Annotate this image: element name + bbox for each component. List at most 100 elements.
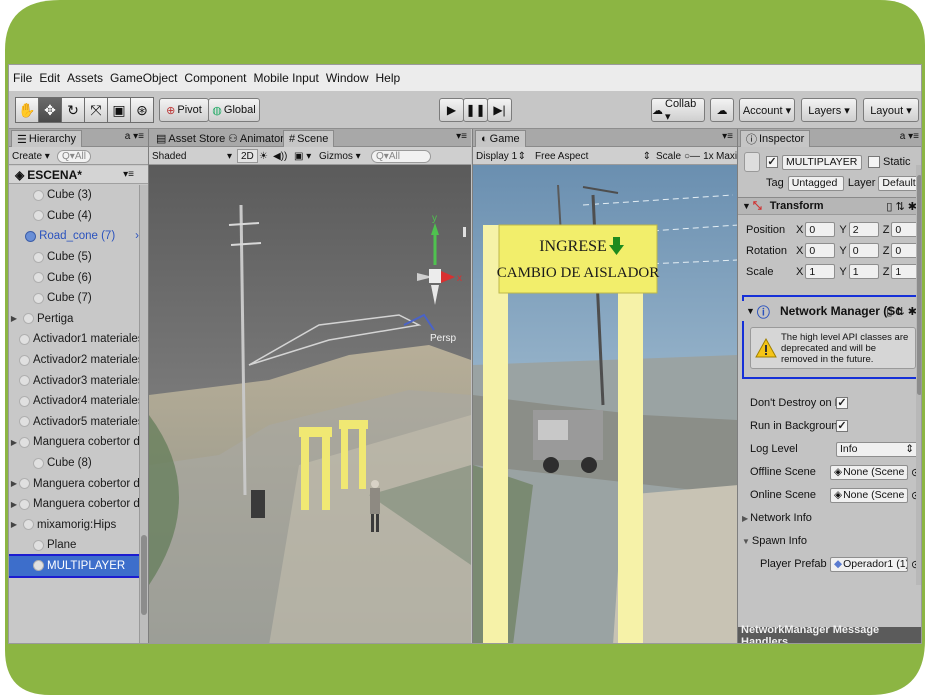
cloud-button[interactable]: ☁	[710, 98, 734, 122]
transform-x-field[interactable]: 1	[805, 264, 836, 279]
maximize-toggle[interactable]: Maxim	[716, 149, 737, 163]
transform-y-field[interactable]: 1	[848, 264, 879, 279]
hierarchy-item[interactable]: Plane	[9, 535, 139, 556]
scene-search[interactable]: Q▾All	[371, 149, 431, 163]
play-button[interactable]: ▶	[439, 98, 464, 122]
menu-gameobject[interactable]: GameObject	[110, 71, 177, 85]
layout-button[interactable]: Layout ▾	[863, 98, 919, 122]
menu-component[interactable]: Component	[184, 71, 246, 85]
run-background-checkbox[interactable]: ✓	[836, 420, 848, 432]
pause-button[interactable]: ❚❚	[463, 98, 488, 122]
pivot-button[interactable]: ⊕ Pivot	[159, 98, 209, 122]
tab-asset-store[interactable]: ▤ Asset Store	[151, 130, 230, 147]
transform-tool-icon[interactable]: ⊛	[130, 97, 154, 123]
lighting-toggle-icon[interactable]: ☀	[259, 149, 268, 163]
log-level-dropdown[interactable]: Info ⇕	[836, 441, 918, 457]
hierarchy-search-input[interactable]: Q▾All	[57, 149, 91, 163]
hierarchy-item[interactable]: Activador4 materiales	[9, 391, 139, 412]
hierarchy-item[interactable]: ▶ Manguera cobertor de lir	[9, 473, 139, 494]
hierarchy-search[interactable]: Q▾All	[57, 149, 91, 163]
scene-search-input[interactable]: Q▾All	[371, 149, 431, 163]
axis-label-x[interactable]: X	[796, 266, 803, 278]
gizmos-dropdown[interactable]: Gizmos ▾	[319, 149, 361, 163]
hierarchy-item[interactable]: MULTIPLAYER	[9, 553, 141, 579]
dont-destroy-checkbox[interactable]: ✓	[836, 397, 848, 409]
tab-animator[interactable]: ⚇ Animator	[223, 130, 289, 147]
hierarchy-scroll-thumb[interactable]	[141, 535, 147, 615]
hierarchy-item[interactable]: Cube (7)	[9, 288, 139, 309]
component-settings-icon[interactable]: ▯ ⇅ ✱	[886, 200, 917, 213]
rotate-tool-icon[interactable]: ↻	[61, 97, 85, 123]
hierarchy-item[interactable]: ▶ Pertiga	[9, 309, 139, 330]
create-dropdown[interactable]: Create ▾	[12, 149, 50, 163]
foldout-arrow-icon[interactable]: ▶	[9, 438, 19, 447]
player-prefab-field[interactable]: ◆ Operador1 (1)	[830, 556, 908, 572]
scene-viewport[interactable]: y x Persp	[149, 165, 471, 644]
spawn-info-foldout[interactable]: ▼ Spawn Info	[738, 532, 921, 550]
effects-toggle-icon[interactable]: ▣ ▾	[294, 149, 311, 163]
tab-game[interactable]: ◐ Game	[475, 130, 526, 147]
hierarchy-item[interactable]: Cube (3)	[9, 185, 139, 206]
menu-help[interactable]: Help	[376, 71, 401, 85]
transform-x-field[interactable]: 0	[805, 243, 836, 258]
aspect-dropdown[interactable]: Free Aspect ⇕	[535, 149, 651, 163]
tab-hierarchy[interactable]: ☰ Hierarchy	[11, 130, 82, 147]
game-panel-menu-icon[interactable]: ▾≡	[722, 131, 733, 142]
offline-scene-field[interactable]: ◈None (Scene As	[830, 464, 908, 480]
hierarchy-item[interactable]: Road_cone (7) ›	[9, 226, 139, 247]
foldout-arrow-icon[interactable]: ▶	[9, 479, 19, 488]
scene-menu-icon[interactable]: ▾≡	[123, 169, 134, 180]
inspector-scrollbar[interactable]	[916, 165, 921, 585]
transform-header[interactable]: ▼ ⤡ Transform ▯ ⇅ ✱	[738, 197, 921, 215]
axis-label-y[interactable]: Y	[839, 245, 846, 257]
menu-assets[interactable]: Assets	[67, 71, 103, 85]
network-manager-header[interactable]: ▼ ⓘ Network Manager (Sc ▯ ⇅ ✱	[738, 301, 921, 321]
toggle-2d-button[interactable]: 2D	[237, 149, 258, 163]
hierarchy-item[interactable]: ▶ mixamorig:Hips	[9, 515, 139, 536]
tab-scene[interactable]: # Scene	[283, 130, 335, 147]
audio-toggle-icon[interactable]: ◀))	[273, 149, 287, 163]
menu-window[interactable]: Window	[326, 71, 369, 85]
axis-label-x[interactable]: X	[796, 245, 803, 257]
axis-label-y[interactable]: Y	[839, 224, 846, 236]
foldout-arrow-icon[interactable]: ▶	[9, 520, 19, 529]
panel-menu-icon[interactable]: a ▾≡	[125, 131, 144, 142]
rect-tool-icon[interactable]: ▣	[107, 97, 131, 123]
account-button[interactable]: Account ▾	[739, 98, 795, 122]
scene-root-header[interactable]: ◈ ESCENA* ▾≡	[9, 166, 148, 184]
hierarchy-item[interactable]: Activador2 materiales	[9, 350, 139, 371]
axis-label-z[interactable]: Z	[883, 224, 890, 236]
inspector-menu-icon[interactable]: a ▾≡	[900, 131, 919, 142]
network-info-foldout[interactable]: ▶ Network Info	[738, 509, 921, 527]
component-settings-icon[interactable]: ▯ ⇅ ✱	[886, 305, 917, 318]
axis-label-y[interactable]: Y	[839, 266, 846, 278]
hierarchy-item[interactable]: ▶ Manguera cobertor de lir	[9, 494, 139, 515]
online-scene-field[interactable]: ◈None (Scene As	[830, 487, 908, 503]
slider-track-icon[interactable]: ○—	[684, 151, 700, 162]
move-tool-icon[interactable]: ✥	[38, 97, 62, 123]
global-button[interactable]: ◍ Global	[208, 98, 260, 122]
step-button[interactable]: ▶|	[487, 98, 512, 122]
hierarchy-item[interactable]: Activador5 materiales (1	[9, 412, 139, 433]
hierarchy-item[interactable]: Cube (8)	[9, 453, 139, 474]
hierarchy-item[interactable]: Cube (4)	[9, 206, 139, 227]
hierarchy-item[interactable]: Cube (5)	[9, 247, 139, 268]
transform-y-field[interactable]: 0	[848, 243, 879, 258]
foldout-arrow-icon[interactable]: ▶	[9, 314, 19, 323]
hierarchy-item[interactable]: Activador1 materiales	[9, 329, 139, 350]
hierarchy-item[interactable]: Activador3 materiales	[9, 370, 139, 391]
collab-button[interactable]: ☁ Collab ▾	[651, 98, 705, 123]
axis-label-z[interactable]: Z	[883, 266, 890, 278]
game-viewport[interactable]: INGRESE CAMBIO DE AISLADOR	[473, 165, 737, 644]
hierarchy-item[interactable]: Cube (6)	[9, 267, 139, 288]
object-name-field[interactable]: MULTIPLAYER	[782, 154, 862, 170]
display-dropdown[interactable]: Display 1 ⇕	[476, 149, 526, 163]
menu-mobile-input[interactable]: Mobile Input	[253, 71, 318, 85]
layers-button[interactable]: Layers ▾	[801, 98, 857, 122]
scale-slider[interactable]: Scale ○— 1x	[656, 149, 714, 163]
menu-edit[interactable]: Edit	[39, 71, 60, 85]
message-handlers-bar[interactable]: NetworkManager Message Handlers	[738, 624, 921, 643]
tag-dropdown[interactable]: Untagged	[787, 175, 844, 191]
inspector-scroll-thumb[interactable]	[917, 175, 921, 395]
active-checkbox[interactable]: ✓	[766, 156, 778, 168]
